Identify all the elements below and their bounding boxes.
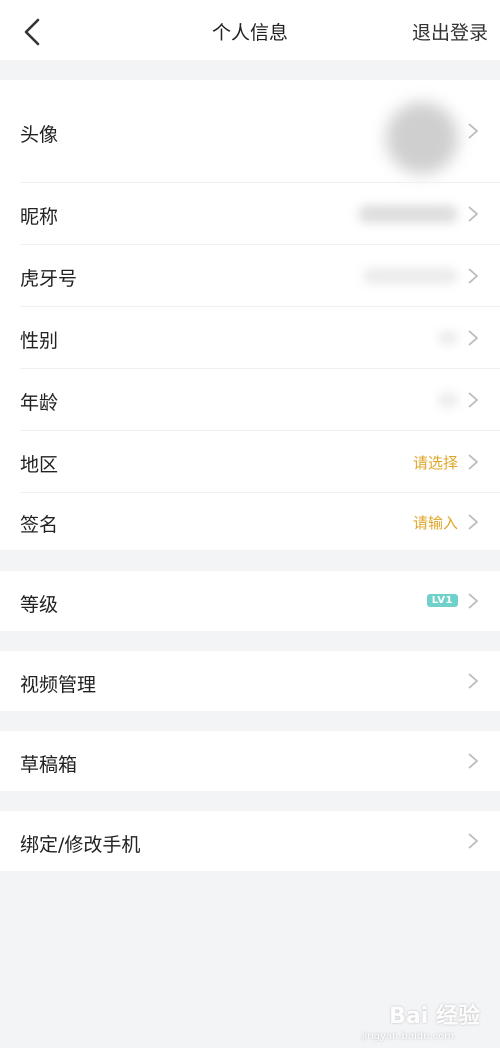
nickname-row[interactable]: 昵称 (0, 183, 500, 244)
chevron-right-icon (468, 206, 478, 222)
nav-header: 个人信息 退出登录 (0, 0, 500, 60)
signature-label: 签名 (20, 514, 59, 536)
video-manage-section: 视频管理 (0, 651, 500, 711)
signature-row[interactable]: 签名 请输入 (0, 493, 500, 550)
age-value-blurred (438, 393, 458, 407)
profile-section: 头像 昵称 虎牙号 性别 年龄 地区 请选择 签名 请输入 (0, 80, 500, 550)
chevron-right-icon (468, 330, 478, 346)
level-badge: LV1 (426, 594, 458, 607)
bind-phone-label: 绑定/修改手机 (20, 834, 141, 856)
video-manage-label: 视频管理 (20, 674, 97, 696)
signature-value: 请输入 (412, 514, 458, 532)
avatar-label: 头像 (20, 124, 59, 146)
bind-phone-section: 绑定/修改手机 (0, 811, 500, 871)
huya-id-row[interactable]: 虎牙号 (0, 245, 500, 306)
avatar (386, 102, 458, 174)
level-row[interactable]: 等级 LV1 (0, 571, 500, 631)
chevron-right-icon (468, 392, 478, 408)
avatar-row[interactable]: 头像 (0, 80, 500, 182)
chevron-right-icon (468, 514, 478, 530)
baidu-watermark-url: jingyan.baidu.com (361, 1031, 454, 1042)
age-label: 年龄 (20, 392, 59, 414)
gender-row[interactable]: 性别 (0, 307, 500, 368)
chevron-right-icon (468, 454, 478, 470)
bind-phone-row[interactable]: 绑定/修改手机 (0, 811, 500, 871)
chevron-right-icon (468, 123, 478, 139)
baidu-watermark: Bai 经验 (389, 1004, 480, 1029)
drafts-section: 草稿箱 (0, 731, 500, 791)
nickname-value-blurred (358, 205, 458, 223)
region-row[interactable]: 地区 请选择 (0, 431, 500, 492)
chevron-right-icon (468, 673, 478, 689)
chevron-right-icon (468, 268, 478, 284)
chevron-right-icon (468, 753, 478, 769)
drafts-row[interactable]: 草稿箱 (0, 731, 500, 791)
chevron-right-icon (468, 833, 478, 849)
region-value: 请选择 (412, 454, 458, 472)
personal-info-page: 个人信息 退出登录 头像 昵称 虎牙号 性别 年龄 地区 请选择 签名 请输入 … (0, 0, 500, 1048)
huya-id-label: 虎牙号 (20, 268, 78, 290)
level-label: 等级 (20, 594, 59, 616)
drafts-label: 草稿箱 (20, 754, 78, 776)
age-row[interactable]: 年龄 (0, 369, 500, 430)
level-section: 等级 LV1 (0, 571, 500, 631)
nickname-label: 昵称 (20, 206, 59, 228)
logout-button[interactable]: 退出登录 (412, 18, 488, 45)
video-manage-row[interactable]: 视频管理 (0, 651, 500, 711)
huya-id-value-blurred (363, 268, 458, 284)
region-label: 地区 (20, 454, 59, 476)
chevron-right-icon (468, 593, 478, 609)
gender-label: 性别 (20, 330, 59, 352)
gender-value-blurred (438, 331, 458, 345)
